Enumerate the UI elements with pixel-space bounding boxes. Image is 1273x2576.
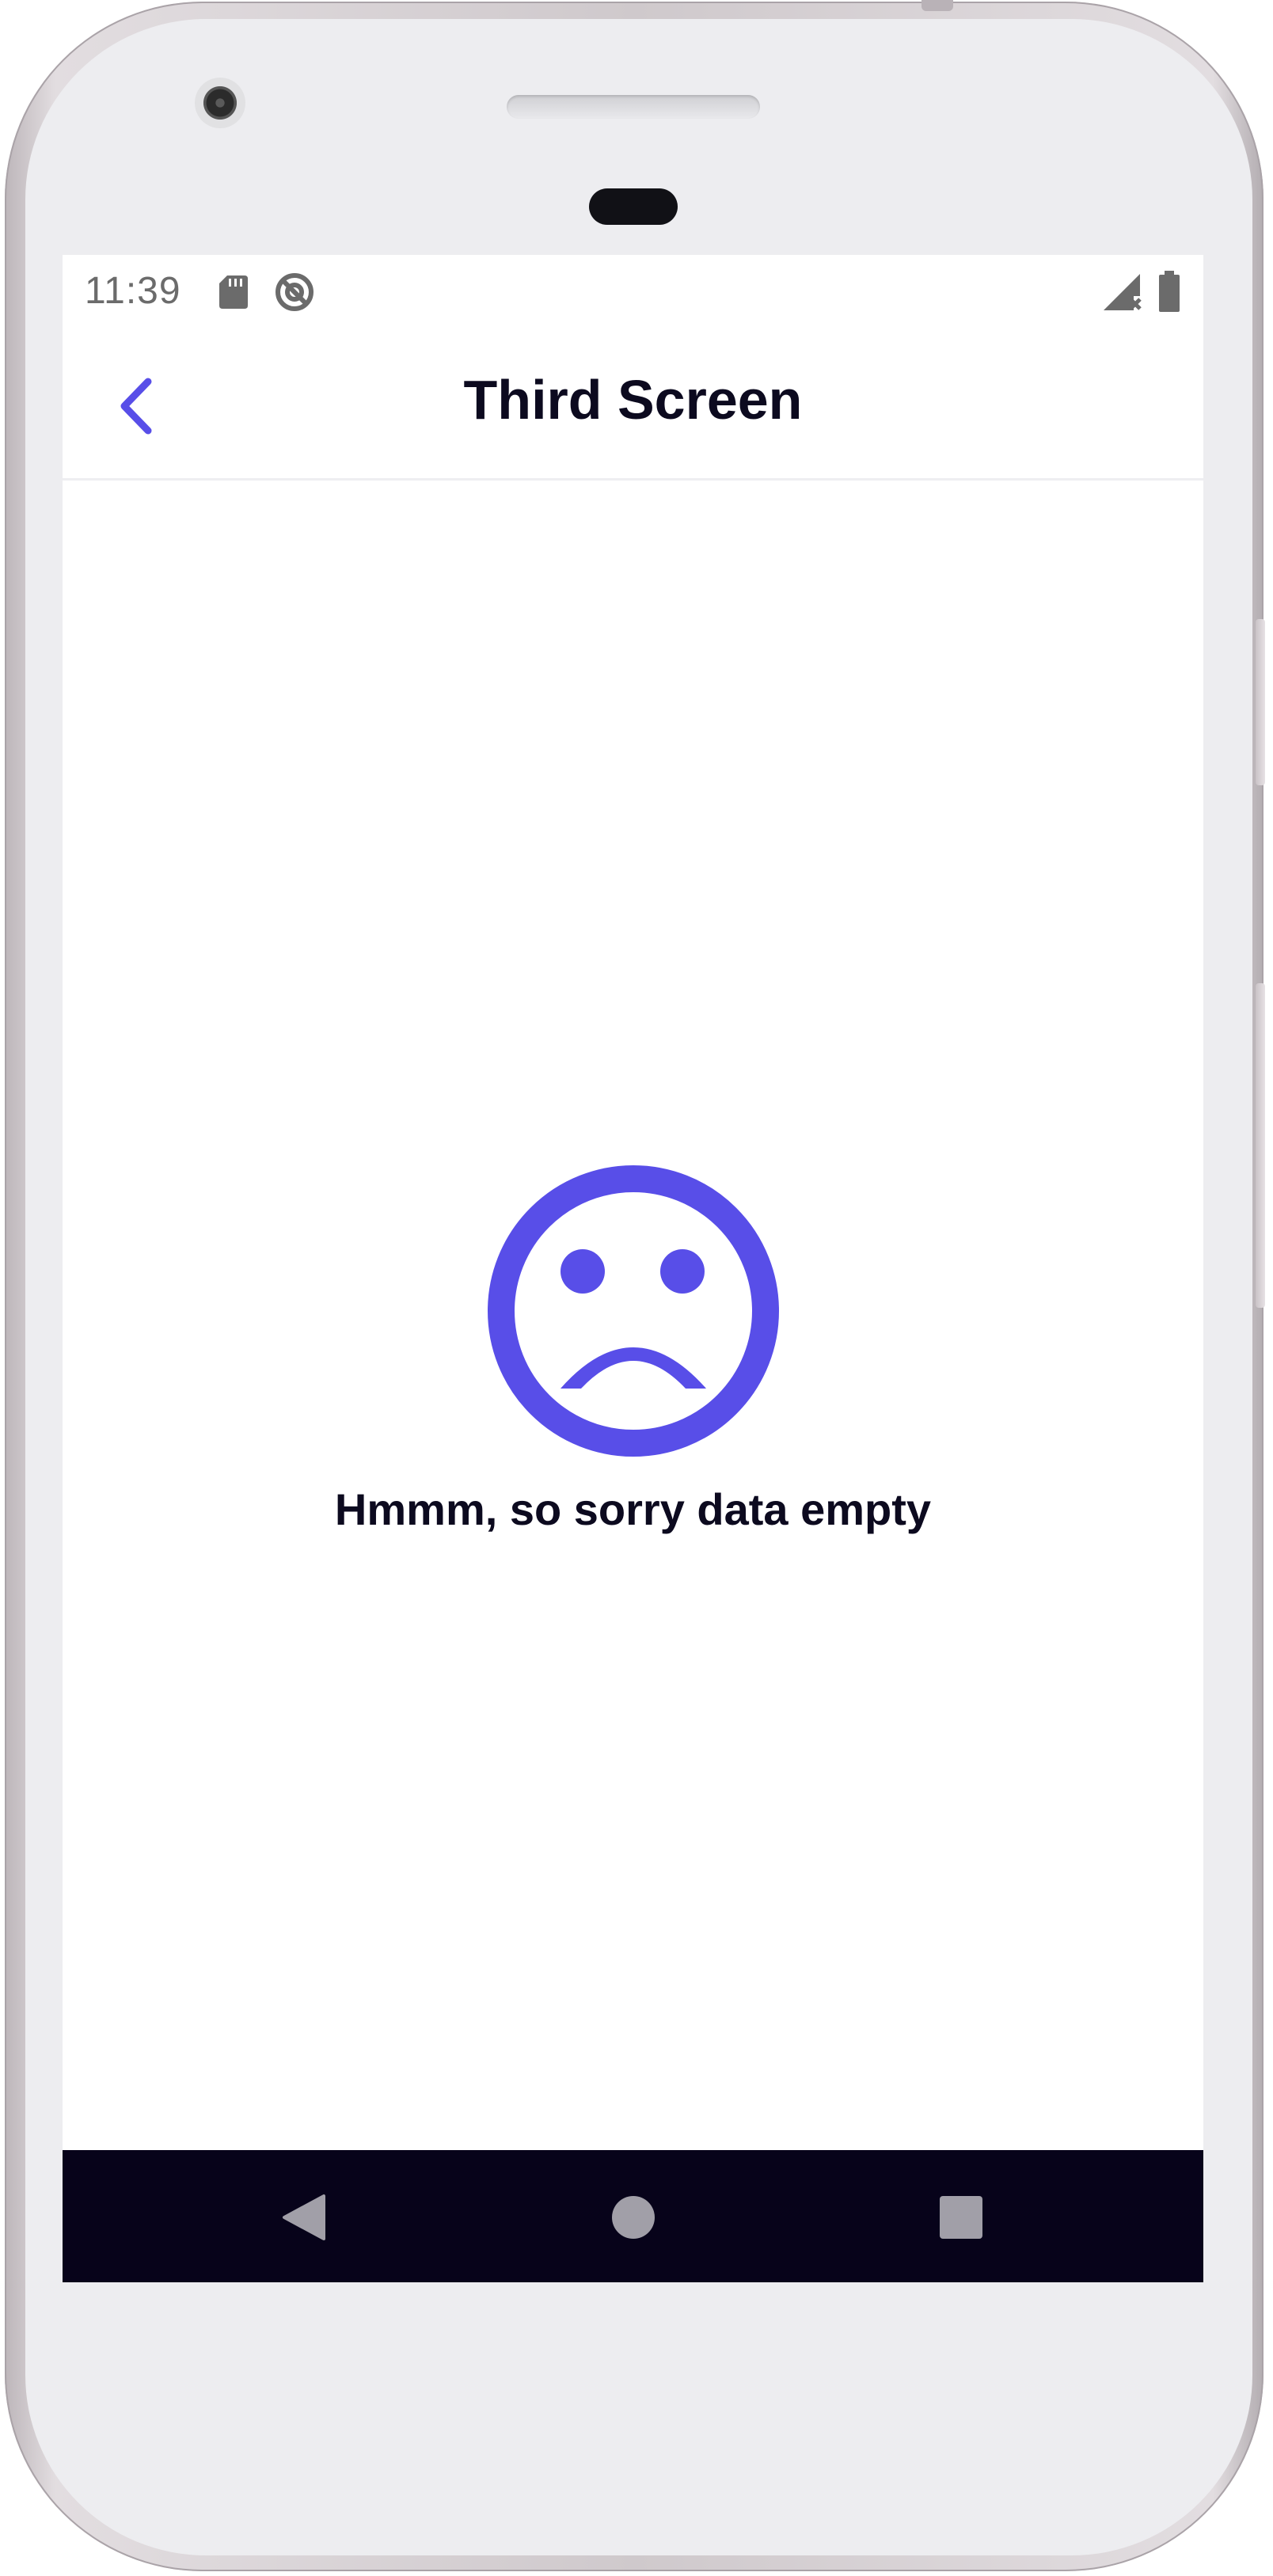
data-saver-icon: [276, 273, 314, 311]
front-camera: [195, 78, 245, 128]
status-bar: 11:39: [63, 255, 1203, 326]
battery-icon: [1159, 271, 1180, 312]
page-title: Third Screen: [463, 369, 803, 431]
top-edge-button: [922, 0, 953, 11]
earpiece-speaker: [507, 95, 760, 119]
sad-face-icon: [488, 1165, 779, 1457]
signal-no-service-icon: [1104, 274, 1142, 310]
empty-message: Hmmm, so sorry data empty: [334, 1484, 932, 1534]
status-time: 11:39: [85, 270, 181, 312]
power-button: [1256, 983, 1265, 1308]
nav-recents-button[interactable]: [933, 2190, 989, 2245]
volume-button: [1256, 619, 1265, 785]
nav-home-button[interactable]: [606, 2190, 661, 2245]
sd-card-icon: [219, 275, 248, 309]
recents-square-icon: [940, 2196, 982, 2239]
system-nav-bar: [63, 2150, 1203, 2282]
proximity-sensor: [589, 188, 678, 225]
nav-back-button[interactable]: [278, 2190, 333, 2245]
app-bar: Third Screen: [63, 326, 1203, 481]
device-frame: 11:39 Third Screen Hmmm, so sorry data e…: [0, 0, 1273, 2576]
app-screen: 11:39 Third Screen Hmmm, so sorry data e…: [63, 255, 1203, 2282]
back-triangle-icon: [283, 2194, 325, 2240]
home-circle-icon: [612, 2196, 655, 2239]
